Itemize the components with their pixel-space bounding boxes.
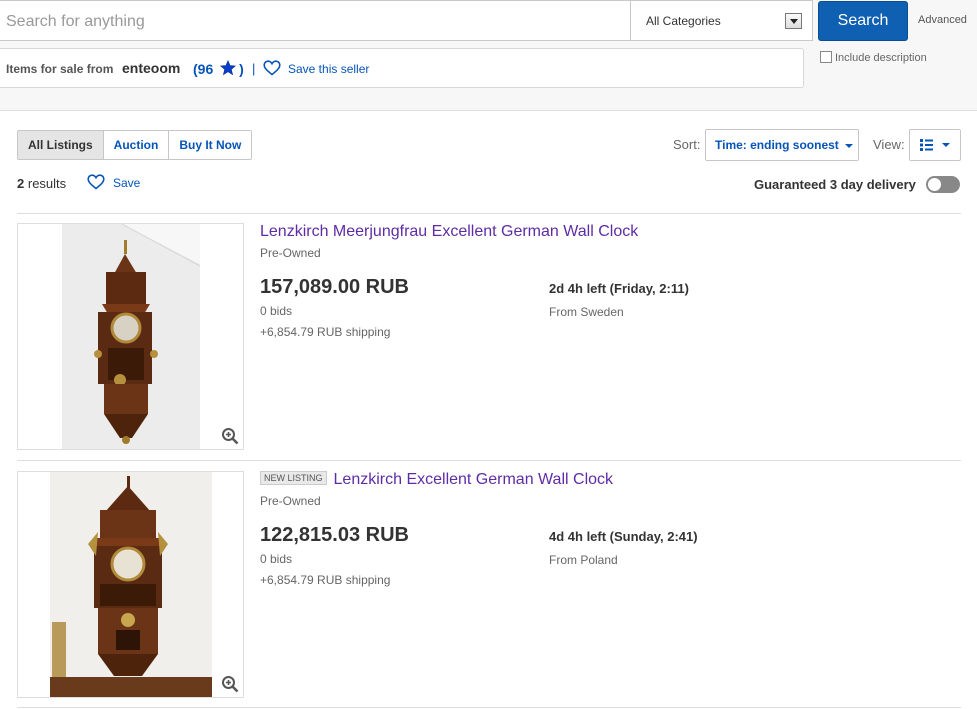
seller-name[interactable]: enteoom — [122, 60, 180, 76]
tab-auction[interactable]: Auction — [103, 131, 170, 159]
chevron-down-icon — [845, 144, 853, 148]
seller-label: Items for sale from — [6, 62, 114, 76]
divider — [17, 707, 961, 708]
item-price: 122,815.03 RUB — [260, 524, 409, 546]
heart-icon[interactable] — [263, 60, 281, 76]
item-bids: 0 bids — [260, 304, 293, 318]
item-location: From Sweden — [549, 305, 624, 319]
results-suffix: results — [27, 176, 67, 191]
sort-value: Time: ending soonest — [715, 138, 839, 152]
search-input[interactable]: Search for anything — [0, 0, 631, 41]
feedback-close-paren: ) — [239, 61, 244, 77]
zoom-icon[interactable] — [221, 675, 239, 693]
tab-all-listings[interactable]: All Listings — [18, 131, 104, 159]
save-search-label: Save — [113, 176, 141, 190]
view-label: View: — [873, 137, 905, 152]
item-price: 157,089.00 RUB — [260, 276, 409, 298]
seller-feedback[interactable]: (96 ) — [193, 60, 244, 77]
item-title-link[interactable]: Lenzkirch Excellent German Wall Clock — [334, 471, 614, 488]
results-count: 2 results — [17, 176, 66, 191]
guaranteed-delivery-toggle[interactable] — [926, 176, 960, 193]
header: Search for anything All Categories Searc… — [0, 0, 977, 111]
seller-bar: Items for sale from enteoom (96 ) | Save… — [0, 48, 804, 88]
divider — [17, 460, 961, 461]
item-title-link[interactable]: Lenzkirch Meerjungfrau Excellent German … — [260, 223, 638, 241]
advanced-search-link[interactable]: Advanced — [918, 14, 967, 26]
item-shipping: +6,854.79 RUB shipping — [260, 573, 391, 587]
category-label: All Categories — [646, 14, 721, 28]
include-description-label: Include description — [835, 52, 927, 64]
wall-clock-photo — [50, 472, 212, 697]
listing-item: Lenzkirch Meerjungfrau Excellent German … — [17, 223, 961, 453]
divider — [17, 213, 961, 214]
wall-clock-photo — [62, 224, 200, 449]
item-image[interactable] — [17, 471, 244, 698]
item-title-row: NEW LISTING Lenzkirch Excellent German Wa… — [260, 471, 613, 489]
star-icon — [220, 60, 237, 76]
save-seller-link[interactable]: Save this seller — [288, 62, 369, 76]
sort-dropdown[interactable]: Time: ending soonest — [705, 129, 859, 161]
tab-buy-it-now[interactable]: Buy It Now — [169, 131, 252, 159]
include-description-checkbox[interactable]: Include description — [820, 51, 927, 64]
list-view-icon — [920, 139, 933, 151]
item-condition: Pre-Owned — [260, 494, 321, 508]
item-condition: Pre-Owned — [260, 246, 321, 260]
listing-type-tabs: All Listings Auction Buy It Now — [17, 130, 253, 160]
feedback-score: 96 — [197, 61, 214, 77]
view-dropdown[interactable] — [909, 129, 961, 161]
chevron-down-icon — [942, 143, 950, 147]
item-shipping: +6,854.79 RUB shipping — [260, 325, 391, 339]
item-image[interactable] — [17, 223, 244, 450]
sort-label: Sort: — [673, 137, 701, 152]
search-button[interactable]: Search — [818, 1, 908, 41]
listing-item: NEW LISTING Lenzkirch Excellent German Wa… — [17, 471, 961, 701]
checkbox-icon[interactable] — [820, 51, 832, 63]
item-time-left: 2d 4h left (Friday, 2:11) — [549, 281, 689, 296]
separator: | — [252, 61, 256, 76]
heart-icon — [87, 174, 105, 190]
chevron-down-icon — [785, 13, 802, 29]
category-select[interactable]: All Categories — [630, 0, 813, 41]
item-time-left: 4d 4h left (Sunday, 2:41) — [549, 529, 698, 544]
results-number: 2 — [17, 176, 25, 191]
guaranteed-delivery-label: Guaranteed 3 day delivery — [754, 177, 916, 192]
new-listing-badge: NEW LISTING — [260, 471, 327, 485]
item-location: From Poland — [549, 553, 618, 567]
item-bids: 0 bids — [260, 552, 293, 566]
zoom-icon[interactable] — [221, 427, 239, 445]
